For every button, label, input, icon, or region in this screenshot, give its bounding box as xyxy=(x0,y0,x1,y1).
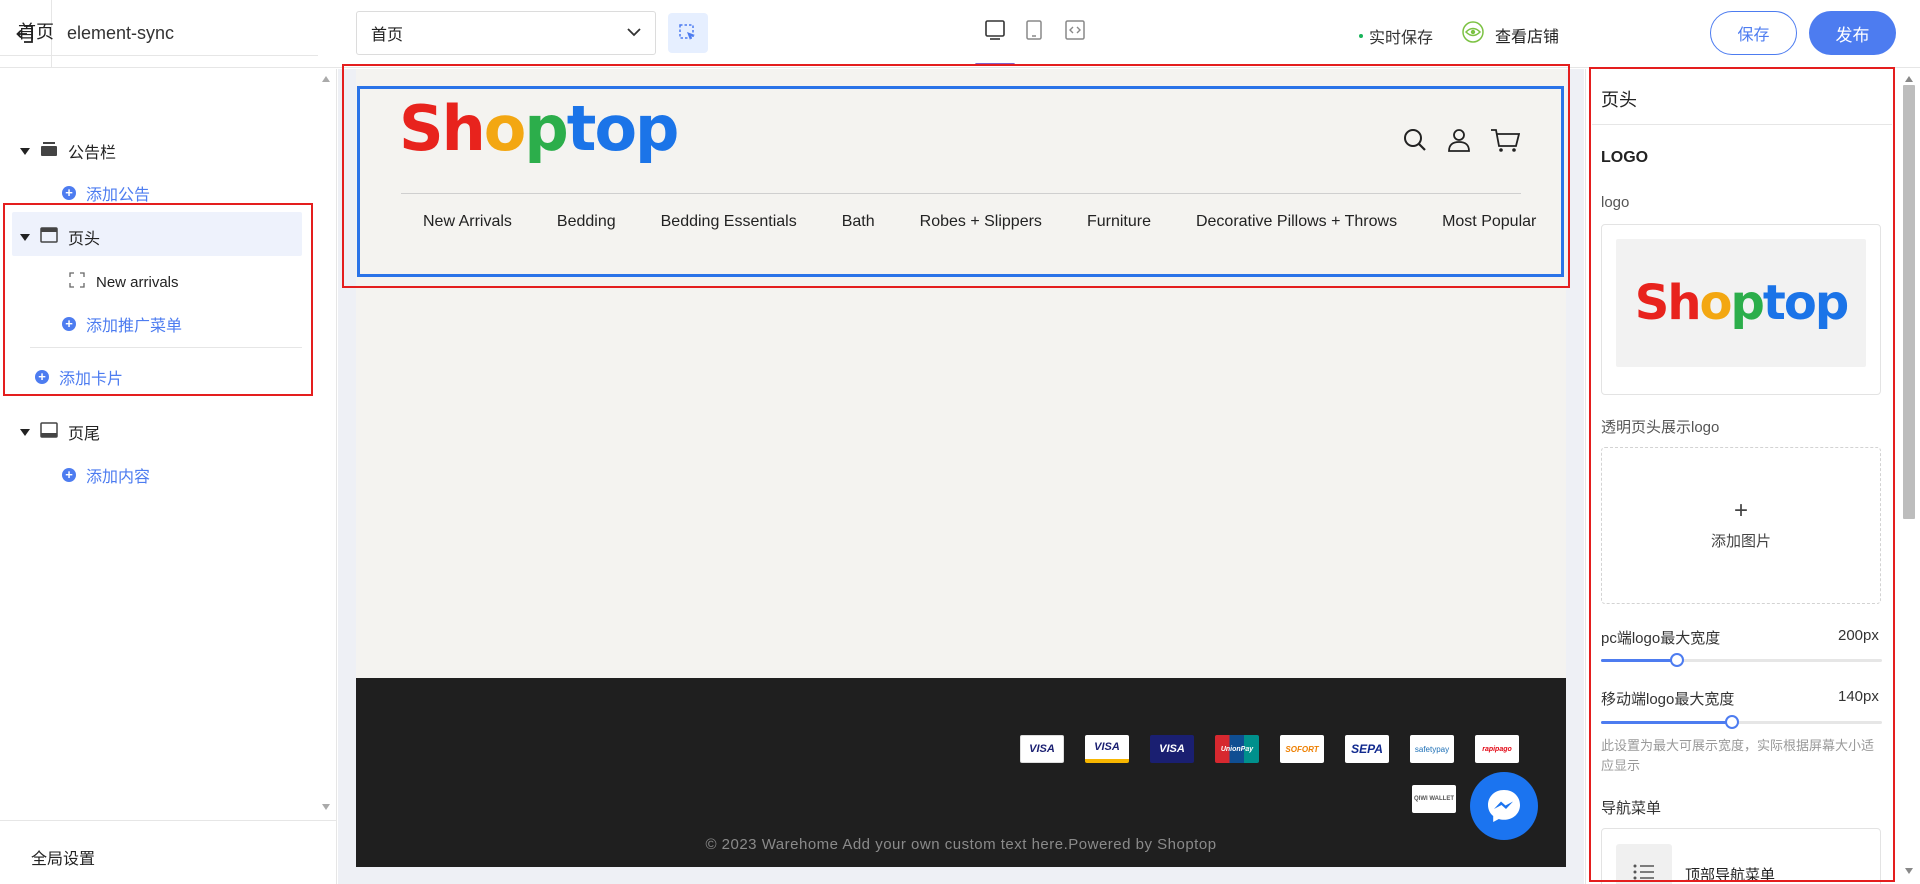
app-title: element-sync xyxy=(67,23,175,43)
sepa-icon: SEPA xyxy=(1345,735,1389,763)
eye-icon xyxy=(1461,20,1485,49)
store-copyright: © 2023 Warehome Add your own custom text… xyxy=(705,836,1217,853)
top-toolbar: element-sync 首页 实时保存 查看店铺 保存 发布 xyxy=(0,0,1920,68)
desktop-view-icon[interactable] xyxy=(980,15,1010,45)
section-icon xyxy=(40,141,58,162)
tree-item-footer[interactable]: 页尾 xyxy=(20,420,100,444)
autosave-status: 实时保存 xyxy=(1359,24,1433,48)
messenger-icon[interactable] xyxy=(1470,772,1538,840)
status-dot-icon xyxy=(1359,34,1363,38)
scroll-up-icon[interactable] xyxy=(322,76,330,82)
left-sidebar xyxy=(0,69,337,884)
divider xyxy=(0,820,337,821)
autosave-label: 实时保存 xyxy=(1369,30,1434,47)
unionpay-icon: UnionPay xyxy=(1215,735,1259,763)
qiwi-icon: QIWI WALLET xyxy=(1412,785,1456,813)
publish-button[interactable]: 发布 xyxy=(1809,11,1896,55)
caret-down-icon[interactable] xyxy=(20,428,30,436)
view-store-link[interactable]: 查看店铺 xyxy=(1461,20,1559,49)
global-settings-link[interactable]: 全局设置 xyxy=(31,845,95,869)
view-store-label: 查看店铺 xyxy=(1495,28,1560,46)
page-select-value: 首页 xyxy=(371,27,404,44)
add-circle-icon: + xyxy=(62,468,76,482)
add-content-label: 添加内容 xyxy=(86,469,151,486)
tree-item-label: 页尾 xyxy=(68,426,101,443)
visa-icon: VISA xyxy=(1085,735,1129,763)
add-announcement-link[interactable]: + 添加公告 xyxy=(62,181,150,205)
left-panel-title: 首页 xyxy=(18,22,54,42)
footer-section-icon xyxy=(40,421,58,443)
page-select[interactable]: 首页 xyxy=(356,11,656,55)
tree-item-announcement[interactable]: 公告栏 xyxy=(20,139,116,163)
visa-icon: VISA xyxy=(1020,735,1064,763)
highlight-annotation-box xyxy=(3,203,313,396)
add-announcement-label: 添加公告 xyxy=(86,187,151,204)
tree-item-label: 公告栏 xyxy=(68,145,117,162)
add-circle-icon: + xyxy=(62,186,76,200)
highlight-annotation-box xyxy=(342,64,1570,288)
payment-icons: QIWI WALLET xyxy=(1412,785,1456,813)
sofort-icon: SOFORT xyxy=(1280,735,1324,763)
safetypay-icon: safetypay xyxy=(1410,735,1454,763)
scroll-down-icon[interactable] xyxy=(1905,868,1913,874)
visa-debit-icon: VISA xyxy=(1150,735,1194,763)
tablet-view-icon[interactable] xyxy=(1019,15,1049,45)
divider xyxy=(0,55,318,56)
chevron-down-icon xyxy=(627,24,641,42)
add-content-link[interactable]: + 添加内容 xyxy=(62,463,150,487)
caret-down-icon[interactable] xyxy=(20,147,30,155)
highlight-annotation-box xyxy=(1589,67,1895,882)
right-scrollbar-thumb[interactable] xyxy=(1903,85,1915,519)
scroll-up-icon[interactable] xyxy=(1905,76,1913,82)
element-picker-icon[interactable] xyxy=(668,13,708,53)
rapipago-icon: rapipago xyxy=(1475,735,1519,763)
save-button[interactable]: 保存 xyxy=(1710,11,1797,55)
fullwidth-view-icon[interactable] xyxy=(1060,15,1090,45)
payment-icons: VISA VISA VISA UnionPay SOFORT SEPA safe… xyxy=(1020,735,1519,763)
scroll-down-icon[interactable] xyxy=(322,804,330,810)
